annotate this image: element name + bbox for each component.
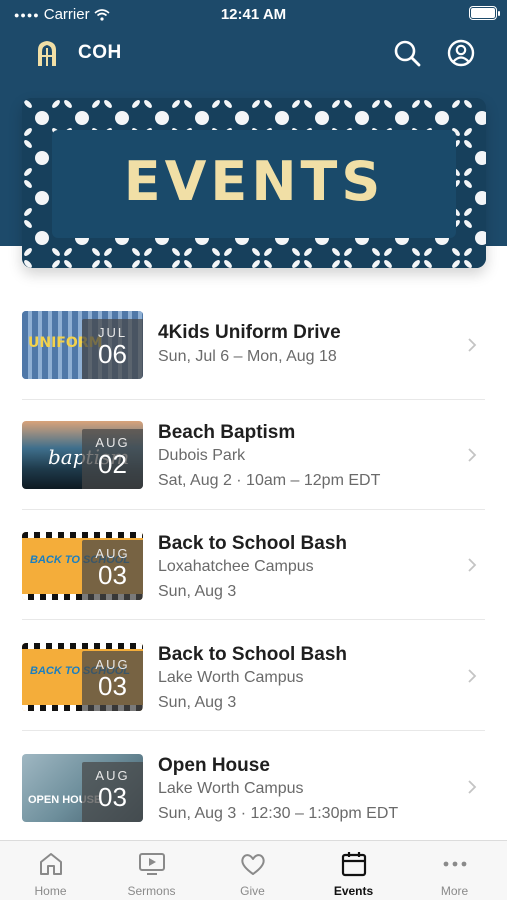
event-thumbnail: OPEN HOUSE AUG 03 bbox=[22, 754, 143, 822]
event-day: 03 bbox=[98, 560, 127, 590]
event-location: Lake Worth Campus bbox=[158, 780, 304, 797]
tab-sermons[interactable]: Sermons bbox=[101, 841, 202, 900]
status-bar: ●●●● Carrier 12:41 AM bbox=[0, 0, 507, 28]
event-month: AUG bbox=[95, 435, 130, 450]
event-item[interactable]: baptism AUG 02 Beach Baptism Dubois Park… bbox=[0, 400, 507, 510]
status-time: 12:41 AM bbox=[220, 6, 287, 23]
tab-label: Events bbox=[333, 884, 374, 898]
event-location: Loxahatchee Campus bbox=[158, 558, 314, 575]
tab-label: More bbox=[440, 884, 469, 898]
app-bar: COH bbox=[0, 30, 507, 76]
chevron-right-icon bbox=[468, 338, 477, 352]
event-month: AUG bbox=[95, 657, 130, 672]
event-thumbnail: BACK TO SCHOOL AUG 03 bbox=[22, 532, 143, 600]
event-date: Sun, Jul 6 – Mon, Aug 18 bbox=[158, 348, 337, 365]
event-date: Sun, Aug 3 bbox=[158, 583, 237, 600]
more-dots-icon bbox=[443, 861, 467, 867]
home-icon bbox=[40, 853, 62, 875]
event-date: Sun, Aug 3 bbox=[158, 694, 237, 711]
event-title: 4Kids Uniform Drive bbox=[158, 322, 341, 343]
chevron-right-icon bbox=[468, 780, 477, 794]
event-item[interactable]: OPEN HOUSE AUG 03 Open House Lake Worth … bbox=[0, 732, 507, 842]
event-thumbnail: BACK TO SCHOOL AUG 03 bbox=[22, 643, 143, 711]
event-day: 03 bbox=[98, 782, 127, 812]
event-date: Sun, Aug 3 · 12:30 – 1:30pm EDT bbox=[158, 805, 399, 822]
event-date: Sat, Aug 2 · 10am – 12pm EDT bbox=[158, 472, 381, 489]
event-thumbnail: UNIFORM JUL 06 bbox=[22, 311, 143, 379]
divider bbox=[22, 730, 485, 731]
date-box: JUL 06 bbox=[82, 319, 143, 379]
tab-label: Home bbox=[34, 884, 67, 898]
tab-give[interactable]: Give bbox=[202, 841, 303, 900]
tab-more[interactable]: More bbox=[404, 841, 505, 900]
event-item[interactable]: BACK TO SCHOOL AUG 03 Back to School Bas… bbox=[0, 621, 507, 731]
chevron-right-icon bbox=[468, 448, 477, 462]
event-day: 03 bbox=[98, 671, 127, 701]
calendar-icon bbox=[341, 852, 367, 877]
tab-bar: Home Sermons Give Events More bbox=[0, 840, 507, 900]
event-location: Dubois Park bbox=[158, 447, 246, 464]
date-box: AUG 03 bbox=[82, 762, 143, 822]
profile-icon[interactable] bbox=[446, 38, 476, 68]
tab-label: Sermons bbox=[127, 884, 176, 898]
event-title: Open House bbox=[158, 755, 270, 776]
chevron-right-icon bbox=[468, 669, 477, 683]
divider bbox=[22, 619, 485, 620]
events-banner: EVENTS bbox=[22, 98, 486, 268]
event-location: Lake Worth Campus bbox=[158, 669, 304, 686]
date-box: AUG 02 bbox=[82, 429, 143, 489]
app-brand: COH bbox=[78, 42, 122, 63]
event-item[interactable]: UNIFORM JUL 06 4Kids Uniform Drive Sun, … bbox=[0, 290, 507, 400]
tab-label: Give bbox=[240, 884, 265, 898]
heart-icon bbox=[241, 854, 265, 875]
event-item[interactable]: BACK TO SCHOOL AUG 03 Back to School Bas… bbox=[0, 510, 507, 620]
event-month: AUG bbox=[95, 768, 130, 783]
tab-events[interactable]: Events bbox=[303, 841, 404, 900]
event-month: JUL bbox=[97, 325, 128, 340]
banner-title: EVENTS bbox=[123, 150, 385, 213]
church-window-icon bbox=[38, 41, 56, 66]
event-thumbnail: baptism AUG 02 bbox=[22, 421, 143, 489]
event-day: 02 bbox=[98, 449, 127, 479]
event-title: Back to School Bash bbox=[158, 533, 347, 554]
event-month: AUG bbox=[95, 546, 130, 561]
date-box: AUG 03 bbox=[82, 540, 143, 600]
event-day: 06 bbox=[98, 339, 127, 369]
search-icon[interactable] bbox=[392, 38, 422, 68]
date-box: AUG 03 bbox=[82, 651, 143, 711]
event-title: Back to School Bash bbox=[158, 644, 347, 665]
event-title: Beach Baptism bbox=[158, 422, 296, 443]
battery-icon bbox=[469, 6, 500, 20]
tv-icon bbox=[139, 853, 165, 875]
tab-home[interactable]: Home bbox=[0, 841, 101, 900]
chevron-right-icon bbox=[468, 558, 477, 572]
